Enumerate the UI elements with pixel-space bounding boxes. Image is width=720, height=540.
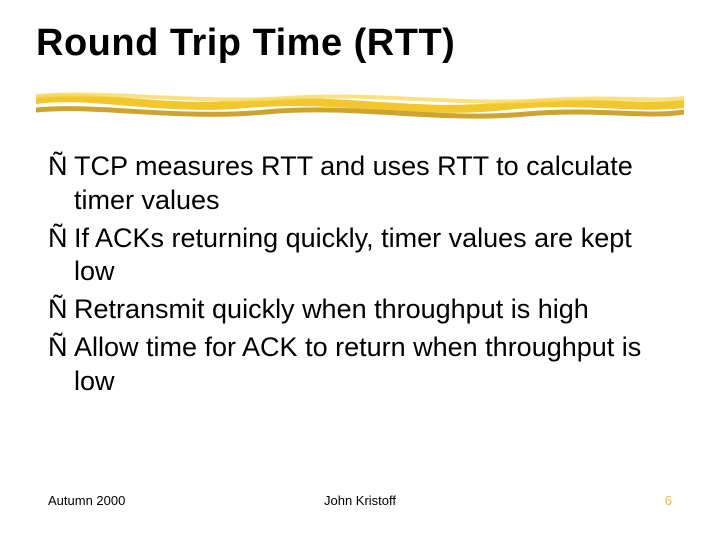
title-underline (36, 90, 684, 124)
bullet-text: Retransmit quickly when throughput is hi… (74, 293, 672, 327)
bullet-item: Ñ If ACKs returning quickly, timer value… (48, 222, 672, 290)
footer-page-number: 6 (665, 493, 672, 508)
footer-left: Autumn 2000 (48, 493, 125, 508)
bullet-item: Ñ Retransmit quickly when throughput is … (48, 293, 672, 327)
slide: Round Trip Time (RTT) Ñ TCP measures RTT… (0, 0, 720, 540)
bullet-text: TCP measures RTT and uses RTT to calcula… (74, 150, 672, 218)
bullet-text: Allow time for ACK to return when throug… (74, 331, 672, 399)
bullet-glyph-icon: Ñ (48, 293, 74, 327)
bullet-item: Ñ Allow time for ACK to return when thro… (48, 331, 672, 399)
footer-center: John Kristoff (48, 493, 672, 508)
bullet-glyph-icon: Ñ (48, 222, 74, 256)
slide-body: Ñ TCP measures RTT and uses RTT to calcu… (48, 150, 672, 402)
slide-footer: Autumn 2000 John Kristoff 6 (48, 493, 672, 508)
bullet-glyph-icon: Ñ (48, 331, 74, 365)
bullet-item: Ñ TCP measures RTT and uses RTT to calcu… (48, 150, 672, 218)
slide-title: Round Trip Time (RTT) (36, 22, 684, 65)
bullet-glyph-icon: Ñ (48, 150, 74, 184)
bullet-text: If ACKs returning quickly, timer values … (74, 222, 672, 290)
